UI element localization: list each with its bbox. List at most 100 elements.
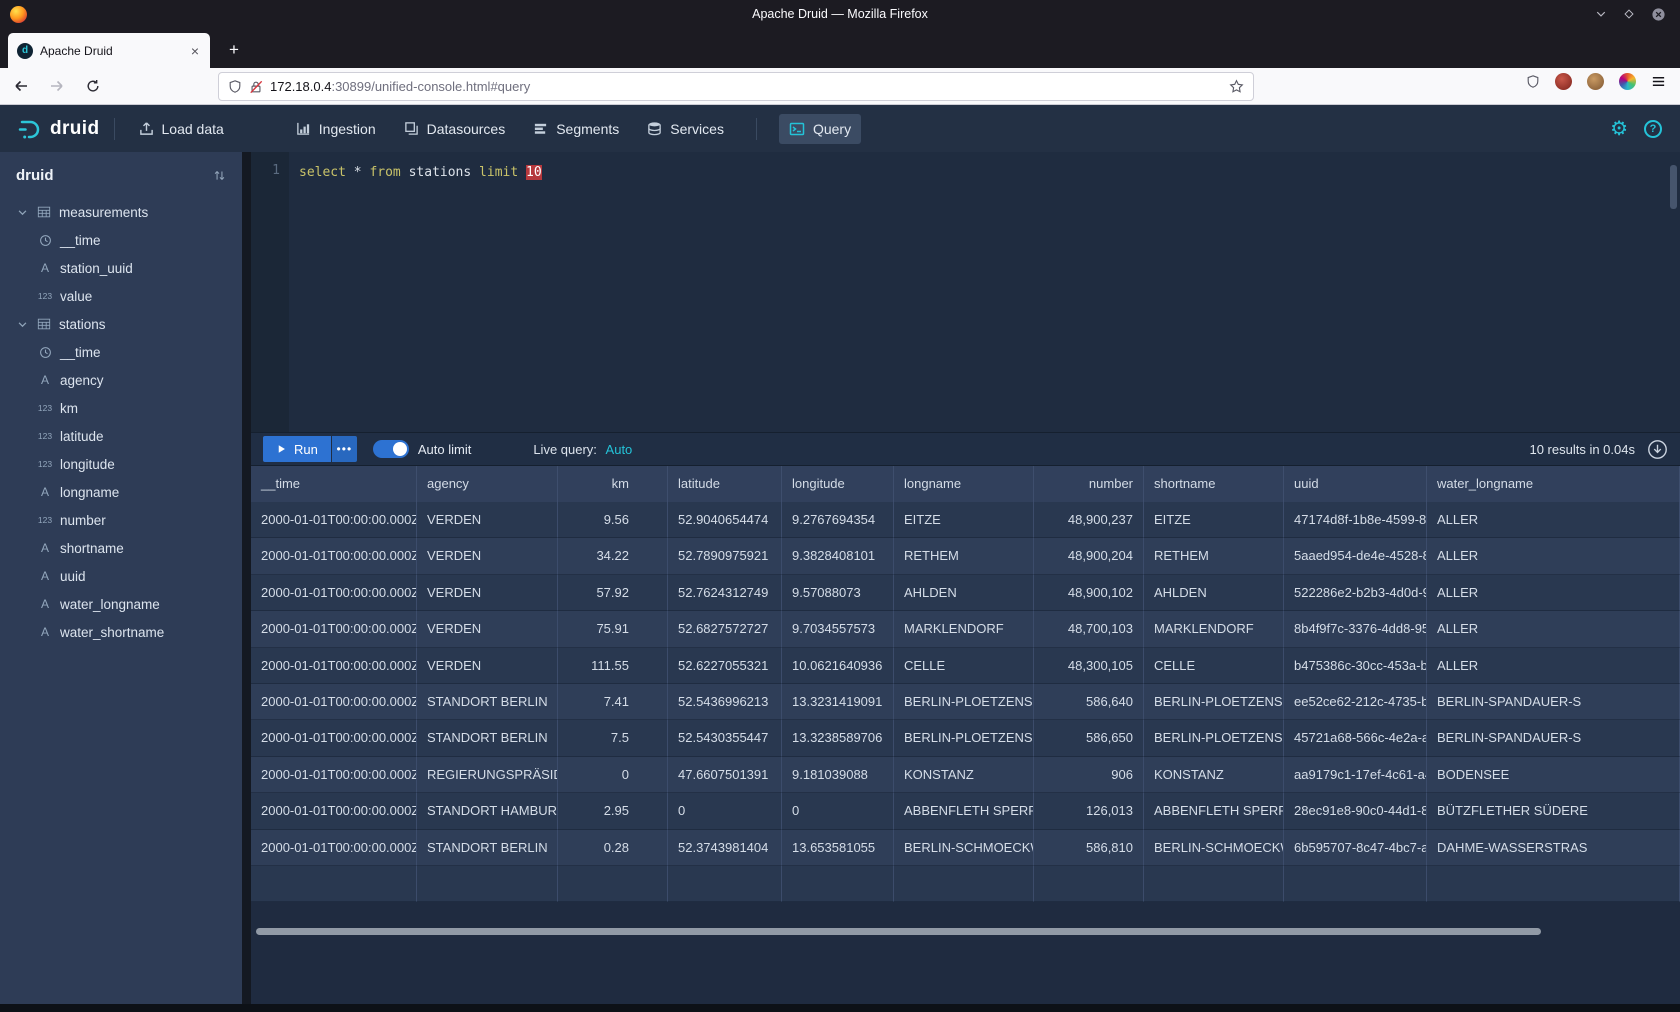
table-row[interactable]: 2000-01-01T00:00:00.000ZREGIERUNGSPRÄSID… [251, 757, 1680, 793]
tree-column-station_uuid[interactable]: Astation_uuid [0, 254, 242, 282]
cell-km[interactable]: 7.5 [558, 720, 668, 756]
cell-uuid[interactable]: 5aaed954-de4e-4528-8f [1284, 538, 1427, 574]
new-tab-button[interactable]: + [220, 36, 248, 64]
column-header-uuid[interactable]: uuid [1284, 466, 1427, 502]
cell-number[interactable]: 48,900,102 [1034, 575, 1144, 611]
cell-__time[interactable]: 2000-01-01T00:00:00.000Z [251, 793, 417, 829]
cell-latitude[interactable]: 52.6227055321 [668, 648, 782, 684]
cell-agency[interactable]: VERDEN [417, 575, 558, 611]
column-header-longname[interactable]: longname [894, 466, 1034, 502]
cell-__time[interactable]: 2000-01-01T00:00:00.000Z [251, 720, 417, 756]
cell-number[interactable]: 48,300,105 [1034, 648, 1144, 684]
cell-km[interactable]: 0 [558, 757, 668, 793]
table-row[interactable]: 2000-01-01T00:00:00.000ZVERDEN9.5652.904… [251, 502, 1680, 538]
cell-agency[interactable]: VERDEN [417, 502, 558, 538]
tree-column-agency[interactable]: Aagency [0, 366, 242, 394]
cell-km[interactable]: 57.92 [558, 575, 668, 611]
query-editor[interactable]: 1 select * from stations limit 10 [251, 152, 1680, 432]
tree-column-__time[interactable]: __time [0, 226, 242, 254]
cell-shortname[interactable]: CELLE [1144, 648, 1284, 684]
window-close-button[interactable] [1651, 7, 1666, 22]
cell-shortname[interactable]: ABBENFLETH SPERRWERK [1144, 793, 1284, 829]
cell-agency[interactable]: VERDEN [417, 538, 558, 574]
cell-number[interactable]: 586,640 [1034, 684, 1144, 720]
cell-agency[interactable]: STANDORT BERLIN [417, 830, 558, 866]
schema-title[interactable]: druid [16, 167, 54, 184]
cell-longitude[interactable]: 10.0621640936 [782, 648, 894, 684]
table-row[interactable]: 2000-01-01T00:00:00.000ZSTANDORT HAMBURG… [251, 793, 1680, 829]
sort-arrows-icon[interactable] [213, 169, 226, 182]
cell-longname[interactable]: BERLIN-PLOETZENSEE OP [894, 684, 1034, 720]
nav-segments[interactable]: Segments [523, 114, 629, 144]
cell-water_longname[interactable]: BÜTZFLETHER SÜDERE [1427, 793, 1680, 829]
column-header-shortname[interactable]: shortname [1144, 466, 1284, 502]
cell-number[interactable]: 48,900,204 [1034, 538, 1144, 574]
extension-icon-pinwheel[interactable] [1619, 73, 1636, 90]
extension-icon-red[interactable] [1555, 73, 1572, 90]
bookmark-star-icon[interactable] [1229, 79, 1244, 94]
menu-hamburger-icon[interactable] [1651, 74, 1666, 89]
table-row[interactable]: 2000-01-01T00:00:00.000ZVERDEN34.2252.78… [251, 538, 1680, 574]
cell-agency[interactable] [417, 866, 558, 902]
cell-longname[interactable]: BERLIN-SCHMOECKWITZWERDER [894, 830, 1034, 866]
column-header-water_longname[interactable]: water_longname [1427, 466, 1680, 502]
cell-longitude[interactable]: 13.3231419091 [782, 684, 894, 720]
druid-logo-text[interactable]: druid [50, 118, 100, 140]
cell-longname[interactable]: MARKLENDORF [894, 611, 1034, 647]
window-maximize-button[interactable] [1623, 8, 1635, 20]
table-row[interactable]: 2000-01-01T00:00:00.000ZVERDEN57.9252.76… [251, 575, 1680, 611]
table-row[interactable]: 2000-01-01T00:00:00.000ZVERDEN75.9152.68… [251, 611, 1680, 647]
download-icon[interactable] [1647, 439, 1668, 460]
auto-limit-toggle[interactable] [373, 440, 409, 458]
cell-__time[interactable] [251, 866, 417, 902]
cell-water_longname[interactable]: DAHME-WASSERSTRAS [1427, 830, 1680, 866]
cell-latitude[interactable]: 47.6607501391 [668, 757, 782, 793]
cell-longitude[interactable] [782, 866, 894, 902]
cell-km[interactable] [558, 866, 668, 902]
tree-column-km[interactable]: 123km [0, 394, 242, 422]
cell-uuid[interactable]: 522286e2-b2b3-4d0d-9a [1284, 575, 1427, 611]
cell-water_longname[interactable]: BODENSEE [1427, 757, 1680, 793]
cell-km[interactable]: 0.28 [558, 830, 668, 866]
cell-km[interactable]: 2.95 [558, 793, 668, 829]
cell-number[interactable]: 586,810 [1034, 830, 1144, 866]
tree-column-water_shortname[interactable]: Awater_shortname [0, 618, 242, 646]
druid-logo-icon[interactable] [16, 117, 43, 141]
tree-column-value[interactable]: 123value [0, 282, 242, 310]
cell-water_longname[interactable] [1427, 866, 1680, 902]
cell-uuid[interactable]: ee52ce62-212c-4735-b4 [1284, 684, 1427, 720]
column-header-agency[interactable]: agency [417, 466, 558, 502]
cell-number[interactable] [1034, 866, 1144, 902]
cell-water_longname[interactable]: ALLER [1427, 575, 1680, 611]
cell-shortname[interactable]: AHLDEN [1144, 575, 1284, 611]
cell-shortname[interactable]: BERLIN-PLOETZENSEE UP [1144, 720, 1284, 756]
back-button[interactable] [6, 72, 36, 100]
tree-column-longname[interactable]: Alongname [0, 478, 242, 506]
live-query-value[interactable]: Auto [606, 442, 633, 457]
cell-__time[interactable]: 2000-01-01T00:00:00.000Z [251, 538, 417, 574]
table-row[interactable]: 2000-01-01T00:00:00.000ZSTANDORT BERLIN7… [251, 684, 1680, 720]
cell-uuid[interactable]: aa9179c1-17ef-4c61-a48 [1284, 757, 1427, 793]
cell-shortname[interactable]: BERLIN-PLOETZENSEE OP [1144, 684, 1284, 720]
cell-water_longname[interactable]: BERLIN-SPANDAUER-S [1427, 684, 1680, 720]
tree-column-__time[interactable]: __time [0, 338, 242, 366]
table-row[interactable] [251, 866, 1680, 902]
cell-number[interactable]: 906 [1034, 757, 1144, 793]
cell-longitude[interactable]: 13.653581055 [782, 830, 894, 866]
cell-shortname[interactable]: EITZE [1144, 502, 1284, 538]
cell-km[interactable]: 75.91 [558, 611, 668, 647]
cell-uuid[interactable]: 8b4f9f7c-3376-4dd8-95c [1284, 611, 1427, 647]
url-text[interactable]: 172.18.0.4:30899/unified-console.html#qu… [270, 79, 1222, 94]
cell-longitude[interactable]: 9.57088073 [782, 575, 894, 611]
cell-latitude[interactable]: 0 [668, 793, 782, 829]
cell-__time[interactable]: 2000-01-01T00:00:00.000Z [251, 830, 417, 866]
cell-shortname[interactable]: BERLIN-SCHMOECKWITZWERDER [1144, 830, 1284, 866]
cell-km[interactable]: 34.22 [558, 538, 668, 574]
table-row[interactable]: 2000-01-01T00:00:00.000ZSTANDORT BERLIN0… [251, 830, 1680, 866]
cell-water_longname[interactable]: ALLER [1427, 502, 1680, 538]
nav-query[interactable]: Query [779, 114, 861, 144]
cell-uuid[interactable]: 28ec91e8-90c0-44d1-8f [1284, 793, 1427, 829]
cell-uuid[interactable]: 47174d8f-1b8e-4599-8a [1284, 502, 1427, 538]
cell-latitude[interactable]: 52.5430355447 [668, 720, 782, 756]
column-header-latitude[interactable]: latitude [668, 466, 782, 502]
